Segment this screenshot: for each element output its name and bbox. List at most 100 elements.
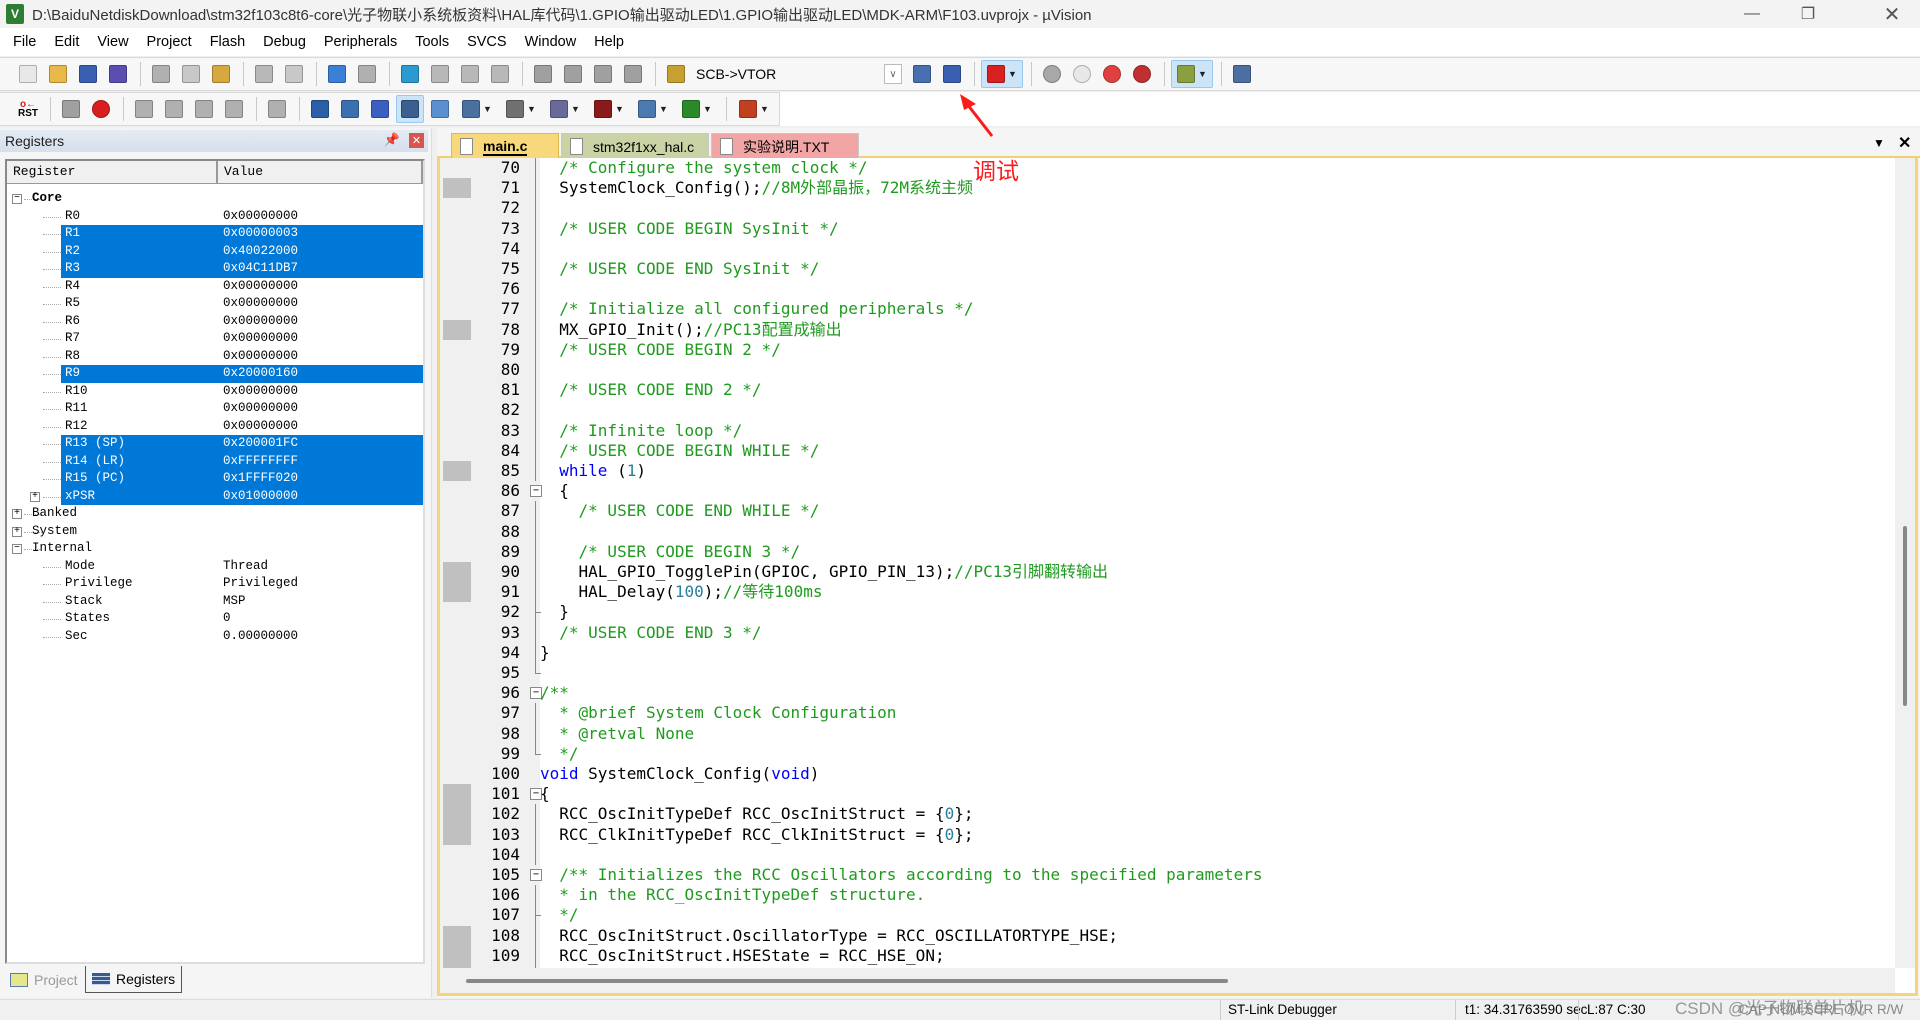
code-line[interactable]: 79 /* USER CODE BEGIN 2 */	[440, 339, 1895, 360]
register-row[interactable]: + xPSR 0x01000000	[7, 487, 423, 505]
menu-window[interactable]: Window	[516, 28, 586, 56]
tab-stm32f1xx-hal-c[interactable]: stm32f1xx_hal.c	[561, 133, 709, 159]
find-in-files-button[interactable]	[662, 60, 690, 88]
vertical-scrollbar[interactable]	[1895, 158, 1915, 968]
show-next-statement-button[interactable]	[263, 95, 291, 123]
register-row[interactable]: + Banked	[7, 505, 423, 523]
paste-button[interactable]	[207, 60, 235, 88]
tab-list-dropdown-icon[interactable]: ▼	[1873, 136, 1885, 150]
analysis-window-button[interactable]: ▼	[588, 95, 630, 123]
register-row[interactable]: Stack MSP	[7, 593, 423, 611]
code-line[interactable]: 105− /** Initializes the RCC Oscillators…	[440, 865, 1895, 886]
code-line[interactable]: 85 while (1)	[440, 461, 1895, 482]
run-to-cursor-button[interactable]	[220, 95, 248, 123]
step-over-button[interactable]	[160, 95, 188, 123]
dropdown-arrow-icon[interactable]: ▼	[1008, 69, 1017, 79]
indent-button[interactable]	[529, 60, 557, 88]
navigate-back-button[interactable]	[323, 60, 351, 88]
expand-icon[interactable]: +	[12, 526, 22, 537]
menu-flash[interactable]: Flash	[201, 28, 254, 56]
register-row[interactable]: R1 0x00000003	[7, 225, 423, 243]
register-row[interactable]: Mode Thread	[7, 558, 423, 576]
minimize-button[interactable]: —	[1724, 0, 1780, 28]
menu-file[interactable]: File	[4, 28, 45, 56]
dropdown-arrow-icon[interactable]: ▼	[703, 104, 712, 114]
register-row[interactable]: R9 0x20000160	[7, 365, 423, 383]
tab-registers[interactable]: Registers	[85, 966, 183, 993]
code-line[interactable]: 98 * @retval None	[440, 723, 1895, 744]
dropdown-arrow-icon[interactable]: ▼	[1198, 69, 1207, 79]
step-out-button[interactable]	[190, 95, 218, 123]
open-folder-button[interactable]	[44, 60, 72, 88]
register-row[interactable]: R14 (LR) 0xFFFFFFFF	[7, 452, 423, 470]
menu-project[interactable]: Project	[138, 28, 201, 56]
tab-readme-txt[interactable]: 实验说明.TXT	[711, 133, 859, 159]
serial-window-button[interactable]: ▼	[544, 95, 586, 123]
code-line[interactable]: 104	[440, 844, 1895, 865]
close-panel-button[interactable]: ✕	[409, 133, 424, 148]
new-file-button[interactable]	[14, 60, 42, 88]
register-row[interactable]: Sec 0.00000000	[7, 628, 423, 646]
register-row[interactable]: R8 0x00000000	[7, 348, 423, 366]
code-line[interactable]: 70 /* Configure the system clock */	[440, 158, 1895, 179]
horizontal-scroll-thumb[interactable]	[466, 979, 1228, 983]
disassembly-window-button[interactable]	[336, 95, 364, 123]
configure-wrench-button[interactable]	[1228, 60, 1256, 88]
register-row[interactable]: R4 0x00000000	[7, 278, 423, 296]
restore-button[interactable]: ❐	[1780, 0, 1836, 28]
menu-peripherals[interactable]: Peripherals	[315, 28, 406, 56]
code-line[interactable]: 95	[440, 663, 1895, 684]
register-row[interactable]: R12 0x00000000	[7, 418, 423, 436]
menu-tools[interactable]: Tools	[406, 28, 458, 56]
reset-button[interactable]: o← RST	[14, 95, 42, 123]
breakpoint-enable-button[interactable]	[1068, 60, 1096, 88]
stop-button[interactable]	[87, 95, 115, 123]
call-stack-window-button[interactable]	[426, 95, 454, 123]
register-row[interactable]: − Core	[7, 190, 423, 208]
register-row[interactable]: R2 0x40022000	[7, 242, 423, 260]
code-line[interactable]: 90 HAL_GPIO_TogglePin(GPIOC, GPIO_PIN_13…	[440, 562, 1895, 583]
symbols-window-button[interactable]	[366, 95, 394, 123]
register-row[interactable]: R10 0x00000000	[7, 383, 423, 401]
watch-window-button[interactable]: ▼	[456, 95, 498, 123]
dropdown-arrow-icon[interactable]: ▼	[659, 104, 668, 114]
trace-window-button[interactable]: ▼	[632, 95, 674, 123]
code-line[interactable]: 80	[440, 360, 1895, 381]
code-line[interactable]: 87 /* USER CODE END WHILE */	[440, 501, 1895, 522]
breakpoint-insert-button[interactable]	[1038, 60, 1066, 88]
tab-project[interactable]: Project	[4, 966, 84, 994]
code-line[interactable]: 81 /* USER CODE END 2 */	[440, 380, 1895, 401]
close-tab-button[interactable]: ✕	[1898, 133, 1911, 153]
bookmark-prev-button[interactable]	[426, 60, 454, 88]
code-line[interactable]: 74	[440, 238, 1895, 259]
code-line[interactable]: 108 RCC_OscInitStruct.OscillatorType = R…	[440, 925, 1895, 946]
bookmark-next-button[interactable]	[456, 60, 484, 88]
code-line[interactable]: 75 /* USER CODE END SysInit */	[440, 259, 1895, 280]
register-row[interactable]: R13 (SP) 0x200001FC	[7, 435, 423, 453]
navigate-forward-button[interactable]	[353, 60, 381, 88]
save-all-button[interactable]	[104, 60, 132, 88]
register-row[interactable]: States 0	[7, 610, 423, 628]
register-row[interactable]: R5 0x00000000	[7, 295, 423, 313]
save-button[interactable]	[74, 60, 102, 88]
horizontal-scrollbar[interactable]	[440, 968, 1895, 993]
code-line[interactable]: 76	[440, 279, 1895, 300]
menu-help[interactable]: Help	[585, 28, 633, 56]
breakpoint-kill-all-button[interactable]	[1128, 60, 1156, 88]
system-viewer-button[interactable]: ▼	[676, 95, 718, 123]
unindent-button[interactable]	[559, 60, 587, 88]
code-editor[interactable]: 70 /* Configure the system clock */71 Sy…	[437, 158, 1918, 996]
code-line[interactable]: 106 * in the RCC_OscInitTypeDef structur…	[440, 885, 1895, 906]
code-line[interactable]: 73 /* USER CODE BEGIN SysInit */	[440, 218, 1895, 239]
redo-button[interactable]	[280, 60, 308, 88]
menu-view[interactable]: View	[88, 28, 137, 56]
close-window-button[interactable]: ✕	[1864, 0, 1920, 28]
code-line[interactable]: 96−/**	[440, 683, 1895, 704]
debug-session-button[interactable]: ▼	[981, 60, 1023, 88]
code-line[interactable]: 107 */	[440, 905, 1895, 926]
register-row[interactable]: + System	[7, 523, 423, 541]
find-button[interactable]	[908, 60, 936, 88]
code-line[interactable]: 78 MX_GPIO_Init();//PC13配置成输出	[440, 319, 1895, 340]
dropdown-arrow-icon[interactable]: ▼	[615, 104, 624, 114]
cut-button[interactable]	[147, 60, 175, 88]
